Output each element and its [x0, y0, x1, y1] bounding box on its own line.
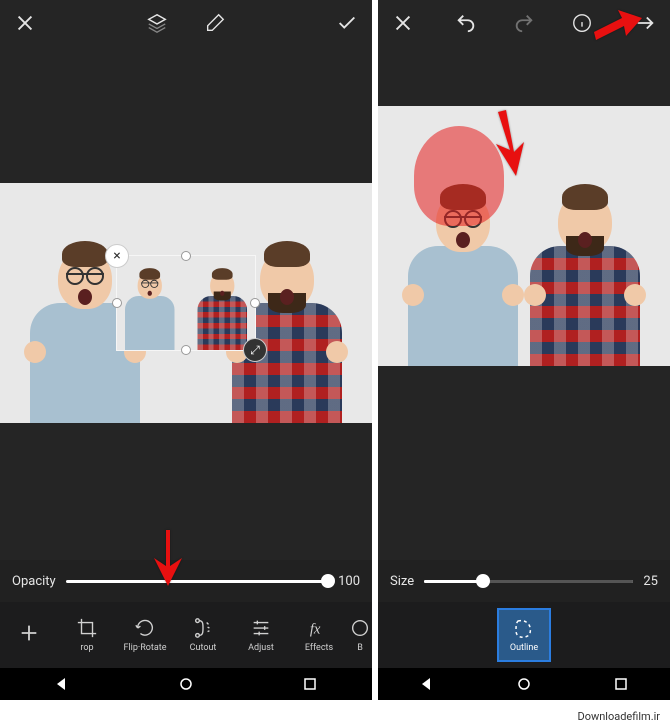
size-label: Size: [390, 574, 414, 589]
android-navbar: [0, 668, 372, 700]
topbar: [0, 0, 372, 46]
editor-right-panel: Tap to cut out: [378, 0, 670, 700]
resize-handle-right[interactable]: [250, 298, 260, 308]
recent-icon[interactable]: [613, 676, 629, 692]
size-slider-row: Size 25: [378, 560, 670, 602]
close-icon[interactable]: [388, 8, 418, 38]
back-icon[interactable]: [419, 676, 435, 692]
overlay-close-icon[interactable]: ×: [105, 244, 129, 268]
bottom-toolbar: Outline: [378, 602, 670, 668]
android-navbar: [378, 668, 670, 700]
redo-icon[interactable]: [509, 8, 539, 38]
resize-handle-top[interactable]: [181, 251, 191, 261]
home-icon[interactable]: [178, 676, 194, 692]
home-icon[interactable]: [516, 676, 532, 692]
overlay-resize-icon[interactable]: ⤢: [243, 338, 267, 362]
blend-button[interactable]: B: [348, 617, 372, 653]
eraser-icon[interactable]: [200, 8, 230, 38]
bottom-toolbar: rop Flip·Rotate Cutout Adjust fx Effects…: [0, 602, 372, 668]
selection-overlay[interactable]: × ⤢: [116, 255, 256, 351]
svg-text:fx: fx: [310, 622, 321, 638]
undo-icon[interactable]: [451, 8, 481, 38]
add-button[interactable]: [0, 622, 58, 648]
layers-icon[interactable]: [142, 8, 172, 38]
watermark: Downloadefilm.ir: [573, 709, 664, 724]
size-value: 25: [643, 574, 658, 589]
apply-icon[interactable]: [332, 8, 362, 38]
annotation-arrow-icon: [488, 110, 528, 182]
opacity-slider[interactable]: [66, 580, 328, 583]
resize-handle-left[interactable]: [112, 298, 122, 308]
annotation-arrow-icon: [592, 8, 642, 46]
size-slider[interactable]: [424, 580, 633, 583]
resize-handle-bottom[interactable]: [181, 345, 191, 355]
effects-button[interactable]: fx Effects: [290, 617, 348, 653]
opacity-label: Opacity: [12, 574, 56, 589]
flip-rotate-button[interactable]: Flip·Rotate: [116, 617, 174, 653]
annotation-arrow-icon: [148, 528, 188, 592]
close-icon[interactable]: [10, 8, 40, 38]
editor-left-panel: × ⤢ Opacity 100 rop: [0, 0, 372, 700]
opacity-value: 100: [338, 574, 360, 589]
back-icon[interactable]: [54, 676, 70, 692]
canvas[interactable]: × ⤢: [0, 46, 372, 560]
recent-icon[interactable]: [302, 676, 318, 692]
outline-button[interactable]: Outline: [497, 608, 551, 662]
photo: × ⤢: [0, 183, 372, 423]
crop-button[interactable]: rop: [58, 617, 116, 653]
cutout-button[interactable]: Cutout: [174, 617, 232, 653]
adjust-button[interactable]: Adjust: [232, 617, 290, 653]
